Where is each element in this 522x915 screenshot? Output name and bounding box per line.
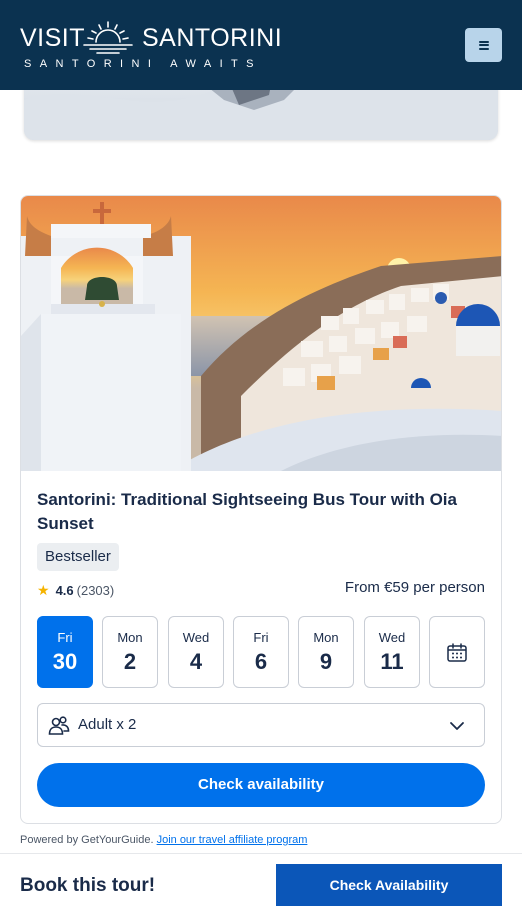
date-weekday: Fri <box>57 630 73 645</box>
date-day: 6 <box>254 649 268 674</box>
price: From €59 per person <box>344 579 485 596</box>
date-day: 30 <box>52 649 78 674</box>
tour-photo[interactable] <box>21 196 502 471</box>
date-weekday: Fri <box>253 630 269 645</box>
tour-card: Santorini: Traditional Sightseeing Bus T… <box>20 195 502 824</box>
date-day: 4 <box>189 649 203 674</box>
tour-title[interactable]: Santorini: Traditional Sightseeing Bus T… <box>37 488 477 536</box>
chevron-down-icon <box>450 722 464 730</box>
people-icon <box>48 716 70 735</box>
site-logo[interactable]: VISIT SANTORINI SANTORINI AWAITS <box>20 18 282 74</box>
date-tile[interactable]: Wed 4 <box>168 616 224 688</box>
logo-word-santorini: SANTORINI <box>142 24 283 52</box>
sticky-booking-bar: Book this tour! Check Availability <box>0 853 522 915</box>
date-weekday: Mon <box>313 630 339 645</box>
participants-select[interactable]: Adult x 2 <box>37 703 485 747</box>
sticky-check-availability-button[interactable]: Check Availability <box>276 864 502 906</box>
date-day: 2 <box>123 649 137 674</box>
more-dates-button[interactable] <box>429 616 485 688</box>
star-icon: ★ <box>37 581 50 598</box>
rating-count: (2303) <box>76 582 115 598</box>
date-weekday: Wed <box>182 630 210 645</box>
rating-score: 4.6 <box>55 582 74 598</box>
date-picker: Fri 30 Mon 2 Wed 4 Fri 6 Mon 9 Wed 11 <box>37 616 485 688</box>
date-tile[interactable]: Mon 9 <box>298 616 354 688</box>
book-tour-label: Book this tour! <box>20 875 156 896</box>
date-tile[interactable]: Mon 2 <box>102 616 158 688</box>
hamburger-icon <box>478 40 489 50</box>
date-tile[interactable]: Wed 11 <box>364 616 420 688</box>
logo-word-visit: VISIT <box>20 24 86 52</box>
date-weekday: Mon <box>117 630 143 645</box>
bestseller-badge: Bestseller <box>37 543 119 571</box>
rating: ★ 4.6 (2303) <box>37 580 114 600</box>
site-header: VISIT SANTORINI SANTORINI AWAITS <box>0 0 522 90</box>
sun-logo-icon <box>83 21 133 54</box>
powered-by: Powered by GetYourGuide. Join our travel… <box>20 834 307 846</box>
participants-value: Adult x 2 <box>78 716 137 733</box>
calendar-icon <box>447 643 467 662</box>
date-weekday: Wed <box>378 630 406 645</box>
date-tile[interactable]: Fri 6 <box>233 616 289 688</box>
logo-tagline: SANTORINI AWAITS <box>24 58 262 70</box>
powered-by-text: Powered by GetYourGuide. <box>20 834 154 846</box>
menu-button[interactable] <box>465 28 502 62</box>
affiliate-link[interactable]: Join our travel affiliate program <box>157 834 308 846</box>
date-tile[interactable]: Fri 30 <box>37 616 93 688</box>
date-day: 11 <box>380 649 404 674</box>
date-day: 9 <box>319 649 333 674</box>
check-availability-button[interactable]: Check availability <box>37 763 485 807</box>
